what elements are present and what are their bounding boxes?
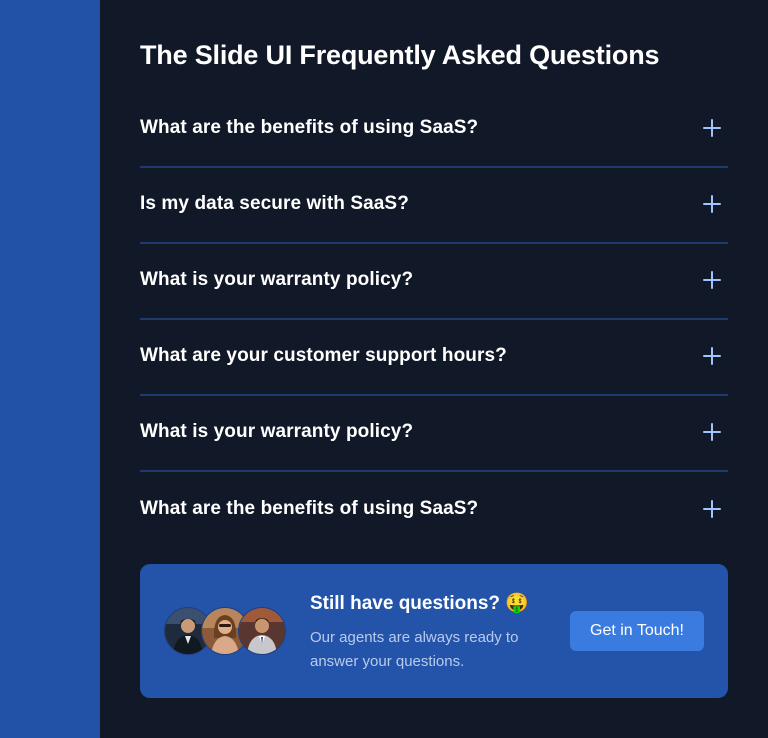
faq-question: What are your customer support hours?: [140, 345, 507, 366]
cta-description: Our agents are always ready to answer yo…: [310, 629, 519, 670]
plus-icon[interactable]: [698, 495, 726, 523]
faq-question: What is your warranty policy?: [140, 269, 414, 290]
page-title: The Slide UI Frequently Asked Questions: [140, 40, 660, 70]
faq-item-benefits[interactable]: What are the benefits of using SaaS?: [140, 92, 728, 168]
avatar: [238, 607, 286, 655]
plus-icon[interactable]: [698, 418, 726, 446]
faq-item-support-hours[interactable]: What are your customer support hours?: [140, 320, 728, 396]
contact-cta-card: Still have questions? 🤑 Our agents are a…: [140, 564, 728, 698]
agent-avatars: [164, 607, 286, 655]
faq-item-data-secure[interactable]: Is my data secure with SaaS?: [140, 168, 728, 244]
cta-title: Still have questions? 🤑: [310, 593, 529, 614]
faq-item-warranty[interactable]: What is your warranty policy?: [140, 244, 728, 320]
faq-item-warranty-2[interactable]: What is your warranty policy?: [140, 396, 728, 472]
get-in-touch-button[interactable]: Get in Touch!: [570, 611, 704, 651]
faq-list: What are the benefits of using SaaS? Is …: [140, 92, 728, 548]
plus-icon[interactable]: [698, 266, 726, 294]
plus-icon[interactable]: [698, 342, 726, 370]
faq-question: Is my data secure with SaaS?: [140, 193, 409, 214]
faq-question: What are the benefits of using SaaS?: [140, 498, 479, 519]
faq-question: What are the benefits of using SaaS?: [140, 117, 479, 138]
faq-question: What is your warranty policy?: [140, 421, 414, 442]
faq-item-benefits-2[interactable]: What are the benefits of using SaaS?: [140, 472, 728, 548]
plus-icon[interactable]: [698, 114, 726, 142]
left-rail: [0, 0, 100, 738]
plus-icon[interactable]: [698, 190, 726, 218]
